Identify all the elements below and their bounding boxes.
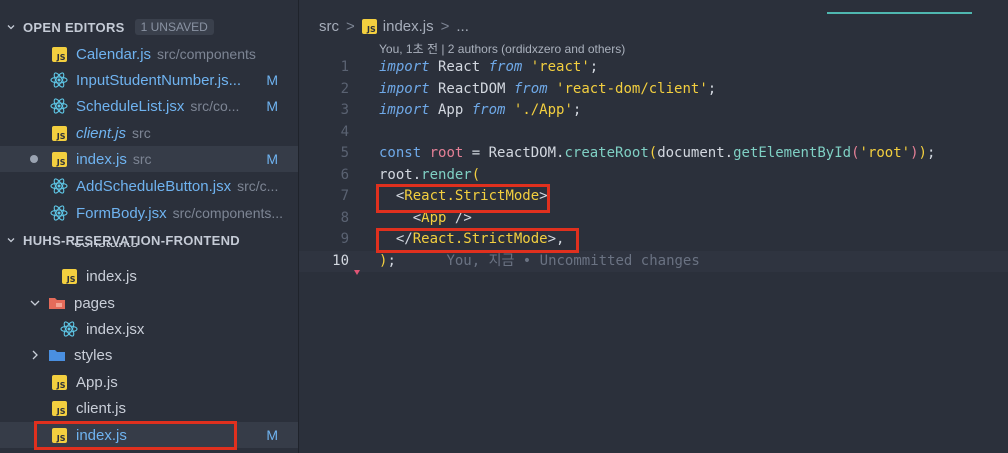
highlight-box bbox=[34, 421, 237, 450]
chevron-right-icon: > bbox=[440, 18, 450, 35]
react-file-icon bbox=[50, 204, 68, 222]
active-tab-indicator bbox=[827, 12, 972, 14]
highlight-box bbox=[376, 184, 550, 213]
file-path: src/co... bbox=[190, 98, 240, 114]
tree-folder[interactable]: styles bbox=[0, 342, 298, 368]
code-editor[interactable]: src > JS index.js > ... You, 1초 전 | 2 au… bbox=[299, 0, 1008, 453]
line-number: 10 bbox=[332, 252, 349, 269]
js-file-icon: JS bbox=[361, 19, 377, 34]
chevron-down-icon bbox=[7, 25, 15, 30]
tree-file[interactable]: JS App.js bbox=[0, 369, 298, 395]
file-name: client.js bbox=[76, 124, 127, 142]
code-line: 4 bbox=[299, 122, 1008, 144]
file-name: App.js bbox=[76, 373, 118, 391]
folder-name: styles bbox=[74, 346, 113, 364]
file-path: src bbox=[132, 125, 151, 141]
line-number: 8 bbox=[340, 209, 349, 226]
highlight-box bbox=[376, 228, 579, 253]
file-path: src/c... bbox=[237, 178, 279, 194]
modified-badge: M bbox=[266, 72, 278, 88]
open-editors-title: OPEN EDITORS bbox=[23, 19, 125, 35]
file-name: index.js bbox=[86, 267, 137, 285]
folder-icon bbox=[48, 346, 66, 364]
code-text: ); You, 지금 • Uncommitted changes bbox=[379, 252, 700, 269]
open-editor-item[interactable]: ScheduleList.jsx src/co... M bbox=[0, 93, 298, 119]
line-number: 6 bbox=[340, 166, 349, 183]
js-file-icon: JS bbox=[50, 45, 68, 63]
js-file-icon: JS bbox=[50, 399, 68, 417]
modified-badge: M bbox=[266, 151, 278, 167]
breadcrumb-file[interactable]: index.js bbox=[383, 18, 434, 35]
code-line: 2 import ReactDOM from 'react-dom/client'… bbox=[299, 79, 1008, 101]
tree-folder[interactable]: pages bbox=[0, 290, 298, 316]
react-file-icon bbox=[50, 177, 68, 195]
code-text: import React from 'react'; bbox=[379, 59, 599, 75]
code-line: 5 const root = ReactDOM.createRoot(docume… bbox=[299, 143, 1008, 165]
file-path: src bbox=[132, 151, 152, 167]
modified-badge: M bbox=[266, 427, 278, 443]
open-editor-item[interactable]: AddScheduleButton.jsx src/c... bbox=[0, 173, 298, 199]
open-editors-header[interactable]: OPEN EDITORS 1 UNSAVED bbox=[0, 14, 298, 40]
tree-file[interactable]: JS client.js bbox=[0, 395, 298, 421]
line-number: 2 bbox=[340, 80, 349, 97]
file-name: Calendar.js bbox=[76, 45, 152, 63]
js-file-icon: JS bbox=[50, 124, 68, 142]
code-text: const root = ReactDOM.createRoot(documen… bbox=[379, 145, 936, 161]
chevron-down-icon bbox=[28, 296, 42, 310]
js-file-icon: JS bbox=[60, 267, 78, 285]
js-file-icon: JS bbox=[50, 150, 68, 168]
open-editor-item[interactable]: JS client.js src bbox=[0, 120, 298, 146]
file-path: src/components bbox=[157, 46, 256, 62]
breadcrumb-more[interactable]: ... bbox=[456, 18, 469, 35]
blame-header[interactable]: You, 1초 전 | 2 authors (ordidxzero and ot… bbox=[379, 40, 625, 57]
file-name: FormBody.jsx bbox=[76, 204, 167, 222]
line-number: 5 bbox=[340, 145, 349, 161]
react-file-icon bbox=[50, 71, 68, 89]
folder-name: constants bbox=[74, 243, 138, 251]
open-editor-item[interactable]: FormBody.jsx src/components... bbox=[0, 200, 298, 226]
react-file-icon bbox=[60, 320, 78, 338]
chevron-right-icon bbox=[28, 348, 42, 362]
line-number: 3 bbox=[340, 102, 349, 118]
folder-name: pages bbox=[74, 294, 115, 312]
code-line: 3 import App from './App'; bbox=[299, 100, 1008, 122]
file-name: ScheduleList.jsx bbox=[76, 97, 185, 115]
line-number: 1 bbox=[340, 59, 349, 75]
file-name: index.jsx bbox=[86, 320, 145, 338]
file-name: index.js bbox=[76, 150, 127, 168]
unsaved-dot-icon bbox=[30, 155, 38, 163]
file-name: InputStudentNumber.js... bbox=[76, 71, 242, 89]
line-number: 4 bbox=[340, 123, 349, 140]
line-number: 9 bbox=[340, 231, 349, 247]
code-line: 1 import React from 'react'; bbox=[299, 57, 1008, 79]
breadcrumb-folder[interactable]: src bbox=[319, 18, 339, 35]
open-editor-item[interactable]: InputStudentNumber.js... M bbox=[0, 67, 298, 93]
code-text: root.render( bbox=[379, 166, 481, 183]
file-name: client.js bbox=[76, 399, 127, 417]
react-file-icon bbox=[50, 97, 68, 115]
code-line: 6 root.render( bbox=[299, 165, 1008, 187]
js-file-icon: JS bbox=[50, 373, 68, 391]
tree-file[interactable]: index.jsx bbox=[0, 316, 298, 342]
code-text: import ReactDOM from 'react-dom/client'; bbox=[379, 80, 717, 97]
file-name: AddScheduleButton.jsx bbox=[76, 177, 232, 195]
inline-blame: You, 지금 • Uncommitted changes bbox=[446, 252, 700, 269]
tree-folder[interactable]: constants bbox=[0, 243, 298, 259]
explorer-sidebar: OPEN EDITORS 1 UNSAVED JS Calendar.js sr… bbox=[0, 0, 298, 453]
open-editor-item[interactable]: JS Calendar.js src/components bbox=[0, 41, 298, 67]
chevron-right-icon: > bbox=[346, 18, 355, 35]
deleted-lines-marker-icon[interactable] bbox=[354, 270, 360, 275]
code-line-current: 10 ); You, 지금 • Uncommitted changes bbox=[299, 250, 1008, 272]
breadcrumb: src > JS index.js > ... bbox=[319, 18, 469, 35]
code-text: import App from './App'; bbox=[379, 102, 582, 118]
modified-badge: M bbox=[266, 98, 278, 114]
unsaved-badge: 1 UNSAVED bbox=[134, 19, 214, 35]
line-number: 7 bbox=[340, 188, 349, 204]
folder-open-icon bbox=[48, 294, 66, 312]
open-editor-item-active[interactable]: JS index.js src M bbox=[0, 146, 298, 172]
tree-file[interactable]: JS index.js bbox=[0, 263, 298, 289]
file-path: src/components... bbox=[172, 205, 284, 221]
